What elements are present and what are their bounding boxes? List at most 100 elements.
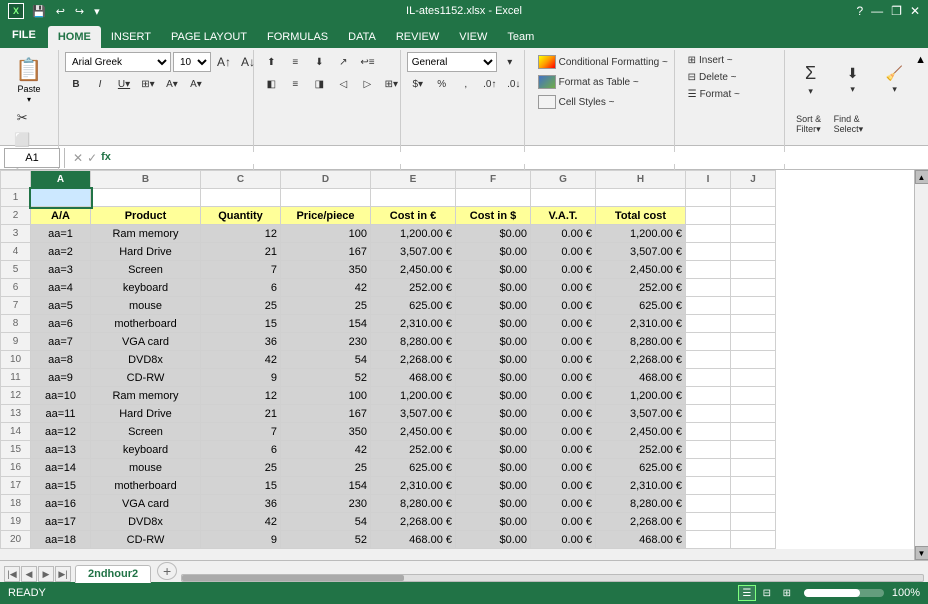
cell[interactable]: 100 (281, 225, 371, 243)
tab-formulas[interactable]: FORMULAS (257, 26, 338, 48)
cell[interactable] (686, 495, 731, 513)
text-direction-btn[interactable]: ↗ (332, 52, 354, 72)
page-break-view-btn[interactable]: ⊞ (778, 585, 796, 601)
comma-btn[interactable]: , (455, 74, 477, 94)
cell[interactable]: $0.00 (456, 513, 531, 531)
cell[interactable]: 0.00 € (531, 459, 596, 477)
cell[interactable]: 154 (281, 477, 371, 495)
cell[interactable]: Screen (91, 423, 201, 441)
cell[interactable]: 36 (201, 495, 281, 513)
cell[interactable]: Ram memory (91, 225, 201, 243)
cell[interactable]: 0.00 € (531, 441, 596, 459)
cell[interactable]: 25 (281, 459, 371, 477)
cell[interactable]: Total cost (596, 207, 686, 225)
minimize-btn[interactable]: — (871, 4, 883, 18)
cell[interactable] (686, 261, 731, 279)
cell[interactable]: 2,450.00 € (596, 261, 686, 279)
cell[interactable] (731, 369, 776, 387)
cell[interactable] (686, 333, 731, 351)
cell-reference-box[interactable] (4, 148, 60, 168)
cell[interactable]: 6 (201, 279, 281, 297)
row-header-5[interactable]: 5 (1, 261, 31, 279)
cell[interactable]: aa=10 (31, 387, 91, 405)
cell[interactable]: 3,507.00 € (596, 405, 686, 423)
tab-file[interactable]: FILE (0, 22, 48, 48)
number-format-dropdown-btn[interactable]: ▾ (499, 52, 521, 72)
tab-team[interactable]: Team (497, 26, 544, 48)
cell[interactable] (731, 423, 776, 441)
cell[interactable] (531, 189, 596, 207)
cell[interactable]: 468.00 € (596, 531, 686, 549)
cell[interactable]: $0.00 (456, 351, 531, 369)
cell[interactable]: 36 (201, 333, 281, 351)
cell[interactable]: 2,450.00 € (371, 423, 456, 441)
cell[interactable]: 42 (281, 279, 371, 297)
row-header-20[interactable]: 20 (1, 531, 31, 549)
cell[interactable] (731, 261, 776, 279)
increase-font-btn[interactable]: A↑ (213, 52, 235, 72)
cell[interactable]: $0.00 (456, 405, 531, 423)
cell[interactable]: 0.00 € (531, 369, 596, 387)
col-header-f[interactable]: F (456, 171, 531, 189)
cell[interactable]: 21 (201, 243, 281, 261)
cell-styles-btn[interactable]: Cell Styles ~ (531, 92, 622, 112)
cell[interactable]: aa=12 (31, 423, 91, 441)
fill-btn[interactable]: ⬇ ▾ (833, 52, 873, 108)
sum-btn[interactable]: Σ ▾ (791, 52, 831, 108)
cell[interactable]: 2,310.00 € (371, 477, 456, 495)
cell[interactable]: 9 (201, 369, 281, 387)
cell[interactable]: aa=2 (31, 243, 91, 261)
cell[interactable]: $0.00 (456, 441, 531, 459)
col-header-j[interactable]: J (731, 171, 776, 189)
cell[interactable]: 15 (201, 315, 281, 333)
cell[interactable]: Cost in € (371, 207, 456, 225)
cell[interactable]: 0.00 € (531, 225, 596, 243)
cell[interactable]: 7 (201, 261, 281, 279)
redo-qat-btn[interactable]: ↪ (73, 5, 86, 18)
cell[interactable] (31, 189, 91, 207)
cell[interactable]: Ram memory (91, 387, 201, 405)
cell[interactable]: 0.00 € (531, 297, 596, 315)
cell[interactable]: $0.00 (456, 225, 531, 243)
row-header-6[interactable]: 6 (1, 279, 31, 297)
cell[interactable]: 25 (201, 459, 281, 477)
row-header-1[interactable]: 1 (1, 189, 31, 207)
cell[interactable] (686, 225, 731, 243)
insert-btn[interactable]: ⊞ Insert ~ (681, 52, 740, 69)
cell[interactable]: $0.00 (456, 495, 531, 513)
increase-decimal-btn[interactable]: .0↑ (479, 74, 501, 94)
sheet-nav-first[interactable]: |◀ (4, 566, 20, 582)
cell[interactable]: aa=3 (31, 261, 91, 279)
cell[interactable]: 1,200.00 € (371, 387, 456, 405)
cell[interactable] (456, 189, 531, 207)
cell[interactable] (686, 441, 731, 459)
save-qat-btn[interactable]: 💾 (30, 5, 48, 18)
customize-qat-btn[interactable]: ▾ (92, 5, 102, 18)
cell[interactable]: CD-RW (91, 369, 201, 387)
cell[interactable] (686, 315, 731, 333)
cell[interactable]: $0.00 (456, 369, 531, 387)
cell[interactable]: keyboard (91, 279, 201, 297)
cell[interactable]: 0.00 € (531, 279, 596, 297)
wrap-text-btn[interactable]: ↩≡ (356, 52, 378, 72)
cell[interactable]: aa=15 (31, 477, 91, 495)
insert-function-btn[interactable]: fx (101, 151, 111, 165)
cell[interactable]: 252.00 € (371, 441, 456, 459)
cell[interactable]: Screen (91, 261, 201, 279)
page-layout-view-btn[interactable]: ⊟ (758, 585, 776, 601)
cell[interactable]: 12 (201, 387, 281, 405)
cell[interactable]: 3,507.00 € (371, 405, 456, 423)
align-center-btn[interactable]: ≡ (284, 74, 306, 94)
cell[interactable] (731, 315, 776, 333)
cell[interactable]: 9 (201, 531, 281, 549)
row-header-13[interactable]: 13 (1, 405, 31, 423)
delete-btn[interactable]: ⊟ Delete ~ (681, 69, 744, 86)
cell[interactable]: aa=5 (31, 297, 91, 315)
cell[interactable]: aa=11 (31, 405, 91, 423)
tab-page-layout[interactable]: PAGE LAYOUT (161, 26, 257, 48)
zoom-slider[interactable] (804, 589, 884, 597)
row-header-18[interactable]: 18 (1, 495, 31, 513)
sort-filter-btn[interactable]: Sort &Filter▾ (791, 110, 827, 138)
cell[interactable]: 0.00 € (531, 513, 596, 531)
tab-view[interactable]: VIEW (449, 26, 497, 48)
